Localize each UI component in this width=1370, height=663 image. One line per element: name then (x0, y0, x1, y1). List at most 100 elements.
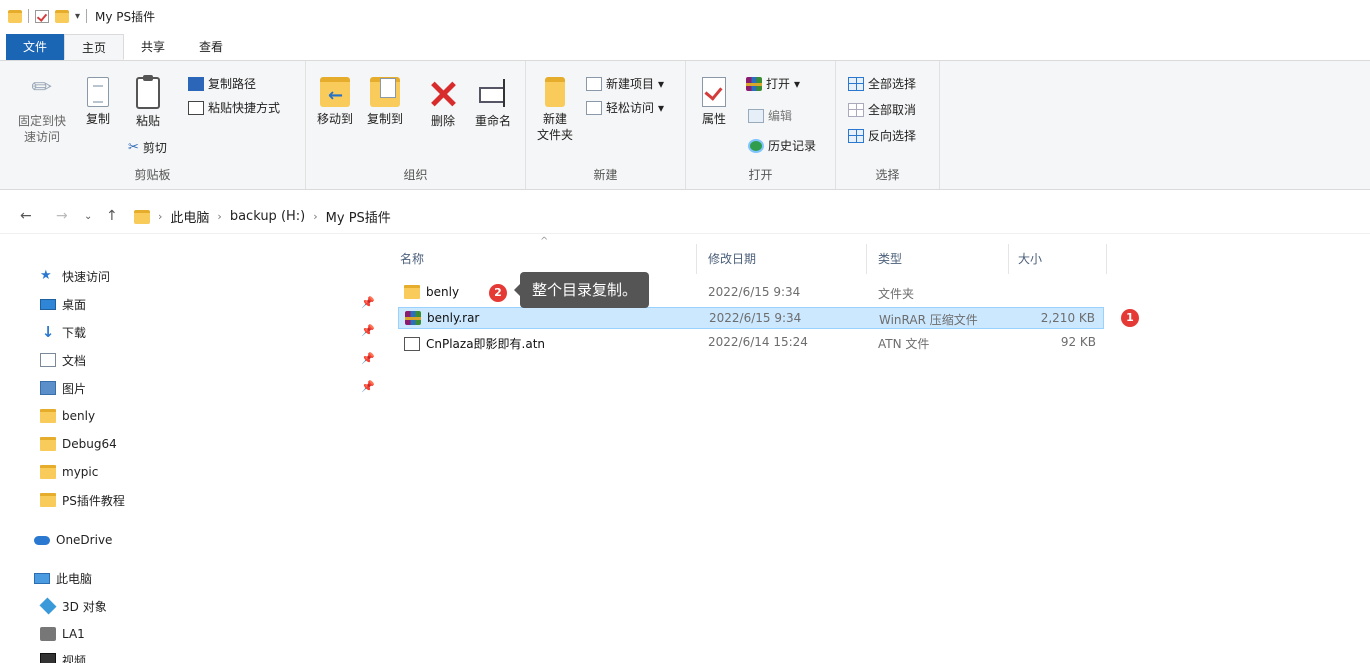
file-row[interactable]: benly.rar 2022/6/15 9:34 WinRAR 压缩文件 2,2… (398, 307, 1104, 329)
file-date: 2022/6/15 9:34 (709, 311, 802, 325)
file-date: 2022/6/14 15:24 (708, 335, 808, 349)
back-arrow-icon[interactable]: ← (20, 208, 32, 224)
desktop-icon (40, 298, 56, 310)
forward-arrow-icon[interactable]: → (56, 208, 68, 224)
new-folder-label-line1: 新建 (542, 112, 567, 126)
copy-to-icon (370, 77, 400, 107)
history-button[interactable]: 历史记录 (748, 137, 816, 154)
paste-shortcut-icon (188, 100, 204, 115)
file-list: ^ 名称 修改日期 类型 大小 benly 2022/6/15 9:34 文件夹… (380, 236, 1370, 663)
sidebar-item-label: 3D 对象 (62, 599, 107, 614)
sidebar-item-label: Debug64 (62, 437, 117, 451)
file-name: benly (426, 285, 460, 299)
paste-button[interactable]: 粘贴 (128, 75, 168, 129)
network-drive-icon (40, 627, 56, 641)
column-divider[interactable] (866, 244, 867, 274)
breadcrumb-drive[interactable]: backup (H:) (230, 209, 305, 224)
breadcrumb-folder[interactable]: My PS插件 (326, 207, 391, 226)
rename-button[interactable]: 重命名 (470, 77, 516, 129)
select-none-button[interactable]: 全部取消 (848, 101, 916, 118)
select-group: 全部选择 全部取消 反向选择 选择 (836, 61, 940, 189)
recent-locations-chevron-icon[interactable]: ⌄ (84, 211, 92, 222)
column-divider[interactable] (1106, 244, 1107, 274)
edit-button[interactable]: 编辑 (748, 107, 792, 124)
sidebar-item-ps-tutorial[interactable]: PS插件教程 (40, 490, 125, 510)
column-header-date[interactable]: 修改日期 (708, 250, 756, 267)
pin-icon[interactable]: 📌 (361, 352, 375, 365)
paste-shortcut-button[interactable]: 粘贴快捷方式 (188, 99, 280, 116)
new-item-icon (586, 76, 602, 91)
new-folder-button[interactable]: 新建 文件夹 (532, 77, 578, 143)
copy-button[interactable]: 复制 (80, 77, 116, 127)
tab-home[interactable]: 主页 (64, 34, 125, 60)
tab-file[interactable]: 文件 (6, 34, 65, 60)
sidebar-item-3d-objects[interactable]: 3D 对象 (39, 596, 107, 616)
breadcrumb: › 此电脑 › backup (H:) › My PS插件 (134, 207, 391, 226)
customize-toolbar-icon[interactable]: ▾ (75, 11, 80, 22)
copy-path-button[interactable]: 复制路径 (188, 75, 256, 92)
folder-icon (40, 493, 56, 507)
chevron-right-icon[interactable]: › (158, 210, 162, 223)
clipboard-group: 固定到快 速访问 复制 粘贴 复制路径 粘贴快捷方式 ✂ 剪切 剪贴板 (0, 61, 306, 189)
sidebar-item-label: 桌面 (62, 297, 87, 312)
sidebar-item-quick-access[interactable]: ★ 快速访问 (40, 266, 110, 286)
sidebar-item-documents[interactable]: 文档 (40, 350, 86, 370)
breadcrumb-this-pc[interactable]: 此电脑 (170, 207, 209, 226)
sidebar-item-label: 快速访问 (62, 269, 111, 284)
column-divider[interactable] (696, 244, 697, 274)
folder-icon (134, 209, 150, 224)
edit-icon (748, 108, 764, 123)
chevron-down-icon: ▾ (658, 100, 665, 115)
open-button[interactable]: 打开 ▾ (746, 75, 800, 92)
easy-access-button[interactable]: 轻松访问 ▾ (586, 99, 664, 116)
group-label: 新建 (593, 168, 618, 182)
move-to-icon (320, 77, 350, 107)
sidebar-item-benly[interactable]: benly (40, 406, 95, 426)
atn-file-icon (404, 336, 420, 351)
select-all-button[interactable]: 全部选择 (848, 75, 916, 92)
new-folder-icon[interactable] (55, 9, 69, 23)
pin-to-quick-access-button[interactable]: 固定到快 速访问 (12, 77, 72, 145)
properties-icon (702, 77, 726, 107)
pin-icon[interactable]: 📌 (361, 324, 375, 337)
chevron-right-icon[interactable]: › (313, 210, 317, 223)
up-arrow-icon[interactable]: ↑ (106, 208, 118, 224)
properties-button[interactable]: 属性 (696, 77, 732, 127)
sidebar-item-onedrive[interactable]: OneDrive (34, 530, 112, 550)
sidebar-item-this-pc[interactable]: 此电脑 (34, 568, 92, 588)
pin-icon[interactable]: 📌 (361, 380, 375, 393)
properties-icon[interactable] (35, 9, 49, 23)
sidebar-item-la1[interactable]: LA1 (40, 624, 85, 644)
move-to-button[interactable]: 移动到 (312, 77, 358, 127)
sidebar-item-label: 文档 (62, 353, 87, 368)
file-row[interactable]: CnPlaza即影即有.atn 2022/6/14 15:24 ATN 文件 9… (398, 332, 1104, 354)
pin-icon[interactable]: 📌 (361, 296, 375, 309)
tab-view[interactable]: 查看 (182, 34, 240, 60)
column-header-type[interactable]: 类型 (878, 250, 902, 267)
sidebar-item-label: 图片 (62, 381, 87, 396)
column-divider[interactable] (1008, 244, 1009, 274)
sort-ascending-icon: ^ (540, 236, 549, 247)
easy-access-icon (586, 100, 602, 115)
copy-label: 复制 (85, 112, 110, 126)
invert-selection-button[interactable]: 反向选择 (848, 127, 916, 144)
column-header-name[interactable]: 名称 (400, 250, 424, 267)
sidebar-item-mypic[interactable]: mypic (40, 462, 98, 482)
sidebar-item-downloads[interactable]: ↓ 下载 (40, 322, 86, 342)
cut-button[interactable]: ✂ 剪切 (128, 139, 167, 156)
new-item-button[interactable]: 新建项目 ▾ (586, 75, 664, 92)
delete-button[interactable]: 删除 (426, 77, 460, 129)
tab-share[interactable]: 共享 (124, 34, 182, 60)
delete-icon (429, 77, 457, 109)
sidebar-item-videos[interactable]: 视频 (40, 650, 86, 663)
column-header-size[interactable]: 大小 (1018, 250, 1042, 267)
file-name: CnPlaza即影即有.atn (426, 337, 546, 351)
sidebar-item-label: mypic (62, 465, 99, 479)
paste-shortcut-label: 粘贴快捷方式 (208, 101, 281, 115)
chevron-right-icon[interactable]: › (217, 210, 221, 223)
copy-to-button[interactable]: 复制到 (362, 77, 408, 127)
sidebar-item-pictures[interactable]: 图片 (40, 378, 86, 398)
sidebar-item-desktop[interactable]: 桌面 (40, 294, 86, 314)
organize-group: 移动到 复制到 删除 重命名 组织 (306, 61, 526, 189)
sidebar-item-debug64[interactable]: Debug64 (40, 434, 117, 454)
